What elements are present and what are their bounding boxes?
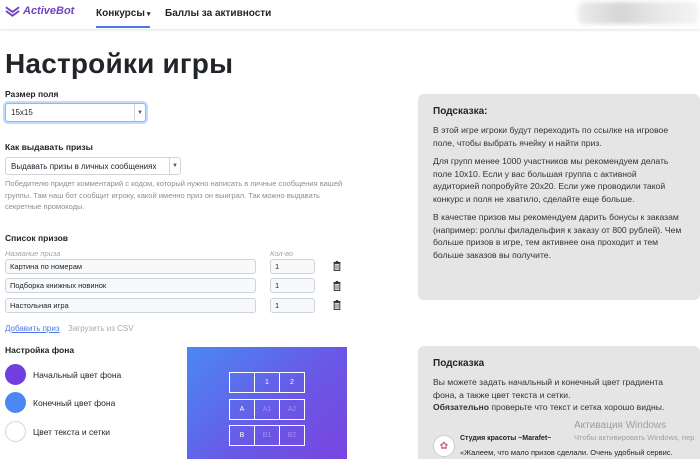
hint-warning-bold: Обязательно bbox=[433, 402, 490, 412]
text-grid-color-label: Цвет текста и сетки bbox=[33, 426, 111, 437]
prizes-label: Список призов bbox=[5, 233, 69, 243]
logo-text: ActiveBot bbox=[23, 5, 75, 17]
grid-col-header: 1 bbox=[254, 372, 280, 393]
nav-activity-points[interactable]: Баллы за активности bbox=[165, 8, 271, 19]
prize-delivery-value: Выдавать призы в личных сообщениях bbox=[11, 161, 157, 171]
upload-csv-link[interactable]: Загрузить из CSV bbox=[68, 324, 134, 333]
grid-row-header: B bbox=[229, 425, 255, 446]
field-size-select[interactable]: 15x15 ▼ bbox=[5, 103, 146, 122]
prize-delivery-help: Победителю придет комментарий с кодом, к… bbox=[5, 179, 343, 211]
prize-qty-input[interactable]: 1 bbox=[270, 259, 315, 274]
grid-col-header: 2 bbox=[279, 372, 305, 393]
prize-qty-input[interactable]: 1 bbox=[270, 298, 315, 313]
grid-cell: A2 bbox=[279, 399, 305, 420]
hint-paragraph: Для групп менее 1000 участников мы реком… bbox=[433, 156, 669, 204]
background-settings-label: Настройка фона bbox=[5, 345, 75, 355]
hint-paragraph: В качестве призов мы рекомендуем дарить … bbox=[433, 212, 682, 260]
prize-delivery-label: Как выдавать призы bbox=[5, 142, 93, 152]
trash-icon[interactable] bbox=[333, 300, 341, 310]
hint-title: Подсказка: bbox=[433, 106, 488, 117]
prize-delivery-select[interactable]: Выдавать призы в личных сообщениях ▼ bbox=[5, 157, 181, 175]
start-color-swatch[interactable] bbox=[5, 364, 26, 385]
text-grid-color-swatch[interactable] bbox=[5, 421, 26, 442]
chevron-down-icon: ▼ bbox=[169, 158, 180, 174]
start-color-row[interactable]: Начальный цвет фона bbox=[5, 364, 121, 385]
trash-icon[interactable] bbox=[333, 281, 341, 291]
nav-contests[interactable]: Конкурсы ▾ bbox=[96, 8, 151, 28]
user-menu[interactable] bbox=[578, 2, 698, 24]
trash-icon[interactable] bbox=[333, 261, 341, 271]
watermark-title: Активация Windows bbox=[574, 420, 667, 431]
hint-panel: Подсказка: В этой игре игроки будут пере… bbox=[418, 94, 700, 300]
watermark-subtitle: Чтобы активировать Windows, пер bbox=[574, 433, 695, 442]
top-navbar: ActiveBot Конкурсы ▾ Баллы за активности bbox=[0, 0, 700, 29]
add-prize-link[interactable]: Добавить приз bbox=[5, 324, 60, 333]
review-text: «Жалеем, что мало призов сделали. Очень … bbox=[460, 448, 673, 457]
windows-activation-watermark: Активация Windows Чтобы активировать Win… bbox=[574, 420, 694, 442]
start-color-label: Начальный цвет фона bbox=[33, 369, 122, 380]
hint-paragraph: Вы можете задать начальный и конечный цв… bbox=[433, 377, 663, 400]
prize-name-input[interactable]: Подборка книжных новинок bbox=[5, 278, 256, 293]
avatar: ✿ bbox=[433, 435, 455, 457]
page-title: Настройки игры bbox=[5, 48, 234, 79]
logo-icon bbox=[5, 6, 20, 17]
grid-corner-cell bbox=[229, 372, 255, 393]
prize-name-input[interactable]: Настольная игра bbox=[5, 298, 256, 313]
hint-warning-text: проверьте что текст и сетка хорошо видны… bbox=[489, 402, 665, 412]
chevron-down-icon: ▾ bbox=[146, 11, 151, 18]
field-size-label: Размер поля bbox=[5, 89, 59, 99]
hint-title: Подсказка bbox=[433, 358, 485, 369]
nav-contests-label: Конкурсы bbox=[96, 8, 145, 19]
prize-name-column-header: Название приза bbox=[5, 249, 61, 258]
prize-qty-column-header: Кол-во bbox=[270, 249, 294, 258]
logo[interactable]: ActiveBot bbox=[5, 5, 74, 17]
grid-row-header: A bbox=[229, 399, 255, 420]
end-color-swatch[interactable] bbox=[5, 392, 26, 413]
prize-name-input[interactable]: Картина по номерам bbox=[5, 259, 256, 274]
text-grid-color-row[interactable]: Цвет текста и сетки bbox=[5, 421, 110, 442]
grid-cell: B1 bbox=[254, 425, 280, 446]
field-size-value: 15x15 bbox=[11, 108, 33, 117]
end-color-row[interactable]: Конечный цвет фона bbox=[5, 392, 115, 413]
game-field-preview: 1 2 A A1 A2 B B1 B2 bbox=[187, 347, 347, 459]
end-color-label: Конечный цвет фона bbox=[33, 397, 116, 408]
grid-cell: A1 bbox=[254, 399, 280, 420]
grid-cell: B2 bbox=[279, 425, 305, 446]
hint-warning: Обязательно проверьте что текст и сетка … bbox=[433, 401, 685, 414]
prize-qty-input[interactable]: 1 bbox=[270, 278, 315, 293]
chevron-down-icon: ▼ bbox=[134, 104, 145, 121]
hint-paragraph: В этой игре игроки будут переходить по с… bbox=[433, 125, 669, 148]
